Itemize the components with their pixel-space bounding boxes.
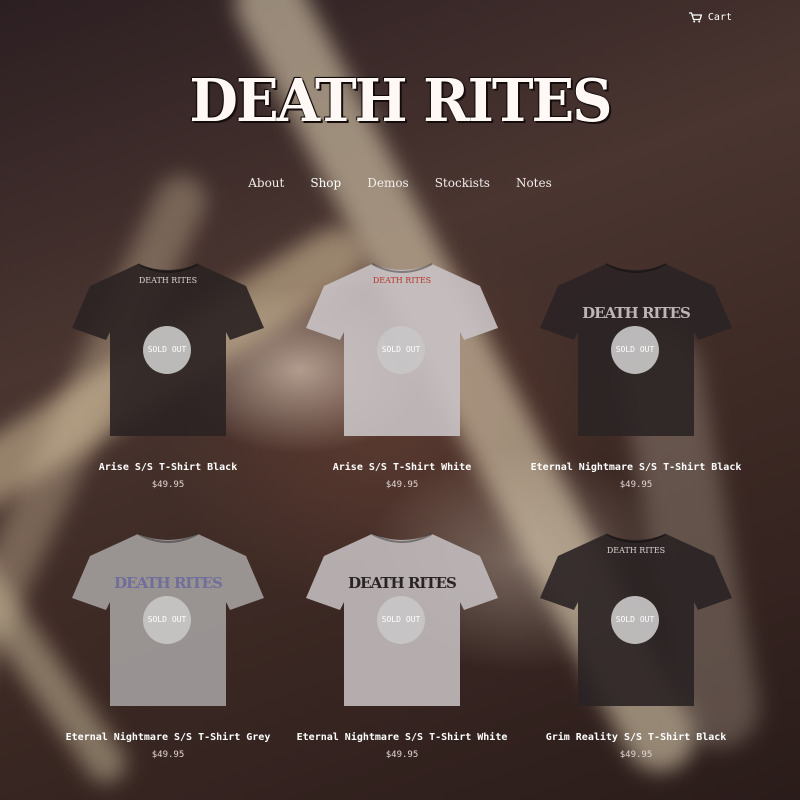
product-title[interactable]: Eternal Nightmare S/S T-Shirt White bbox=[296, 732, 508, 743]
shirt-print-tag: DEATH RITES bbox=[606, 546, 666, 555]
nav-item-stockists[interactable]: Stockists bbox=[435, 176, 490, 190]
shirt-print-logo: DEATH RITES bbox=[114, 574, 223, 592]
nav-item-notes[interactable]: Notes bbox=[516, 176, 552, 190]
product-image[interactable]: DEATH RITES SOLD OUT bbox=[296, 256, 508, 446]
product-grid: DEATH RITES SOLD OUT Arise S/S T-Shirt Bl… bbox=[62, 256, 742, 796]
product-price: $49.95 bbox=[385, 480, 419, 490]
product-card[interactable]: DEATH RITES SOLD OUT Eternal Nightmare S/… bbox=[62, 526, 274, 796]
shirt-print-logo: DEATH RITES bbox=[348, 574, 457, 592]
sold-out-badge: SOLD OUT bbox=[143, 596, 191, 644]
cart-icon bbox=[688, 12, 702, 23]
shirt-print-tag: DEATH RITES bbox=[138, 276, 198, 285]
main-nav: About Shop Demos Stockists Notes bbox=[0, 176, 800, 190]
product-image[interactable]: DEATH RITES SOLD OUT bbox=[530, 256, 742, 446]
sold-out-badge: SOLD OUT bbox=[377, 596, 425, 644]
product-title[interactable]: Grim Reality S/S T-Shirt Black bbox=[530, 732, 742, 743]
product-image[interactable]: DEATH RITES SOLD OUT bbox=[296, 526, 508, 716]
shirt-print-tag: DEATH RITES bbox=[372, 276, 432, 285]
nav-item-about[interactable]: About bbox=[248, 176, 284, 190]
sold-out-badge: SOLD OUT bbox=[611, 596, 659, 644]
cart-label: Cart bbox=[707, 12, 732, 23]
product-price: $49.95 bbox=[619, 750, 653, 760]
sold-out-badge: SOLD OUT bbox=[377, 326, 425, 374]
product-card[interactable]: DEATH RITES SOLD OUT Grim Reality S/S T-S… bbox=[530, 526, 742, 796]
site-logo[interactable]: DEATH RITES bbox=[0, 66, 800, 135]
product-price: $49.95 bbox=[619, 480, 653, 490]
product-card[interactable]: DEATH RITES SOLD OUT Arise S/S T-Shirt Wh… bbox=[296, 256, 508, 526]
product-image[interactable]: DEATH RITES SOLD OUT bbox=[62, 256, 274, 446]
product-image[interactable]: DEATH RITES SOLD OUT bbox=[62, 526, 274, 716]
cart-link[interactable]: Cart bbox=[688, 12, 732, 23]
sold-out-badge: SOLD OUT bbox=[611, 326, 659, 374]
product-title[interactable]: Eternal Nightmare S/S T-Shirt Black bbox=[530, 462, 742, 473]
product-price: $49.95 bbox=[151, 750, 185, 760]
shirt-print-logo: DEATH RITES bbox=[582, 304, 691, 322]
nav-item-shop[interactable]: Shop bbox=[310, 176, 341, 190]
product-card[interactable]: DEATH RITES SOLD OUT Arise S/S T-Shirt Bl… bbox=[62, 256, 274, 526]
product-price: $49.95 bbox=[151, 480, 185, 490]
product-title[interactable]: Arise S/S T-Shirt Black bbox=[62, 462, 274, 473]
product-card[interactable]: DEATH RITES SOLD OUT Eternal Nightmare S/… bbox=[296, 526, 508, 796]
sold-out-badge: SOLD OUT bbox=[143, 326, 191, 374]
nav-item-demos[interactable]: Demos bbox=[367, 176, 408, 190]
product-title[interactable]: Eternal Nightmare S/S T-Shirt Grey bbox=[62, 732, 274, 743]
product-card[interactable]: DEATH RITES SOLD OUT Eternal Nightmare S/… bbox=[530, 256, 742, 526]
product-price: $49.95 bbox=[385, 750, 419, 760]
product-image[interactable]: DEATH RITES SOLD OUT bbox=[530, 526, 742, 716]
product-title[interactable]: Arise S/S T-Shirt White bbox=[296, 462, 508, 473]
